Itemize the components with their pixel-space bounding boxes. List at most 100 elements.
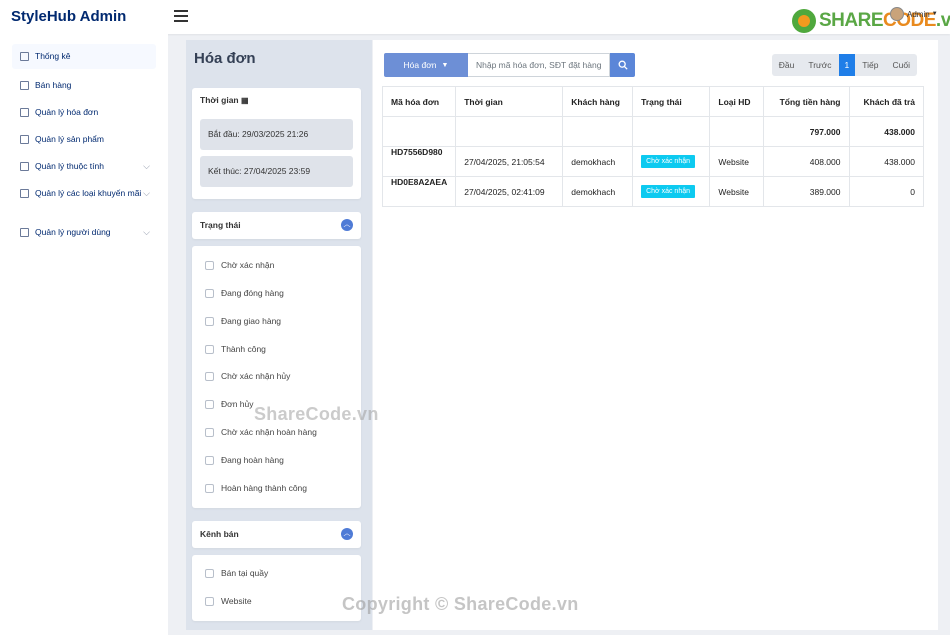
checkbox[interactable] (205, 371, 214, 381)
status-option[interactable]: Đang giao hàng (205, 316, 281, 326)
chevron-down-icon[interactable]: ⌵ (143, 188, 150, 199)
sidebar-item-users[interactable]: Quản lý người dùng ⌵ (12, 227, 156, 238)
search-type-dropdown[interactable]: Hóa đơn ▼ (384, 53, 468, 77)
status-option-label: Đang đóng hàng (221, 288, 284, 298)
invoice-paid: 0 (848, 176, 924, 207)
totals-row: 797.000 438.000 (381, 116, 924, 147)
table-row[interactable]: HD7556D980 27/04/2025, 21:05:54 demokhac… (381, 146, 924, 177)
checkbox[interactable] (205, 596, 214, 606)
column-header[interactable]: Khách đã trả (848, 86, 924, 117)
attribute-icon (20, 162, 29, 171)
status-option-label: Hoàn hàng thành công (221, 483, 308, 493)
status-option[interactable]: Đang đóng hàng (205, 288, 284, 298)
column-header[interactable]: Trạng thái (632, 86, 711, 117)
column-header[interactable]: Tổng tiền hàng (763, 86, 850, 117)
checkbox[interactable] (205, 316, 214, 326)
invoice-code[interactable]: HD7556D980 (381, 146, 457, 177)
page-last[interactable]: Cuối (886, 54, 917, 76)
watermark-copyright: Copyright © ShareCode.vn (342, 594, 579, 614)
checkbox[interactable] (205, 483, 214, 493)
user-menu[interactable]: Admin ▼ (890, 7, 938, 21)
chart-icon (20, 52, 29, 61)
calendar-icon[interactable]: ▦ (241, 96, 249, 105)
sidebar-item-label: Quản lý hóa đơn (35, 107, 99, 117)
column-header[interactable]: Thời gian (455, 86, 564, 117)
status-option[interactable]: Chờ xác nhận hủy (205, 371, 290, 381)
logo-text-suffix: .vn (935, 10, 950, 31)
channel-filter-label: Kênh bán (200, 529, 239, 539)
page-current[interactable]: 1 (838, 54, 856, 76)
checkbox[interactable] (205, 455, 214, 465)
column-header[interactable]: Khách hàng (562, 86, 634, 117)
checkbox[interactable] (205, 427, 214, 437)
page-title: Hóa đơn (194, 50, 256, 67)
status-badge: Chờ xác nhận (641, 155, 696, 168)
caret-down-icon[interactable]: ▼ (932, 11, 938, 17)
menu-toggle-icon[interactable] (174, 10, 188, 22)
end-date-field[interactable]: Kết thúc: 27/04/2025 23:59 (200, 156, 353, 187)
sidebar-item-label: Quản lý thuộc tính (35, 161, 104, 171)
invoice-time: 27/04/2025, 02:41:09 (455, 176, 564, 207)
channel-option-label: Website (221, 596, 252, 606)
status-option-label: Đơn hủy (221, 399, 254, 409)
channel-filter-header[interactable]: Kênh bán ︿ (192, 521, 361, 548)
invoice-table: Mã hóa đơn Thời gian Khách hàng Trạng th… (381, 86, 924, 207)
checkbox[interactable] (205, 568, 214, 578)
pagination: Đầu Trước 1 Tiếp Cuối (771, 54, 917, 76)
status-option-label: Đang hoàn hàng (221, 455, 284, 465)
logo-mark-icon (792, 9, 816, 33)
status-option[interactable]: Đơn hủy (205, 399, 254, 409)
total-amount: 797.000 (763, 116, 850, 147)
avatar[interactable] (890, 7, 904, 21)
time-filter-card: Thời gian ▦ Bắt đầu: 29/03/2025 21:26 Kế… (192, 88, 361, 199)
total-paid: 438.000 (848, 116, 924, 147)
start-date-field[interactable]: Bắt đầu: 29/03/2025 21:26 (200, 119, 353, 150)
checkbox[interactable] (205, 344, 214, 354)
invoice-code[interactable]: HD0E8A2AEA (381, 176, 457, 207)
invoice-type: Website (709, 176, 765, 207)
status-option[interactable]: Đang hoàn hàng (205, 455, 284, 465)
shop-icon (20, 81, 29, 90)
checkbox[interactable] (205, 260, 214, 270)
status-badge: Chờ xác nhận (641, 185, 696, 198)
channel-option-label: Bán tại quầy (221, 568, 269, 578)
search-button[interactable] (610, 53, 635, 77)
status-option[interactable]: Chờ xác nhận hoàn hàng (205, 427, 317, 437)
status-option[interactable]: Thành công (205, 344, 266, 354)
search-input[interactable] (468, 53, 610, 77)
channel-option[interactable]: Website (205, 596, 252, 606)
sidebar-item-promotions[interactable]: Quản lý các loại khuyến mãi ⌵ (12, 188, 156, 199)
time-filter-label: Thời gian (200, 95, 239, 105)
caret-down-icon: ▼ (441, 61, 449, 69)
user-name[interactable]: Admin (907, 10, 930, 19)
status-filter-header[interactable]: Trạng thái ︿ (192, 212, 361, 239)
column-header[interactable]: Loại HD (709, 86, 765, 117)
chevron-down-icon[interactable]: ⌵ (143, 161, 150, 172)
chevron-down-icon[interactable]: ⌵ (143, 227, 150, 238)
search-bar: Hóa đơn ▼ (384, 53, 635, 77)
invoice-customer: demokhach (562, 146, 634, 177)
page-first[interactable]: Đầu (772, 54, 802, 76)
invoice-total: 389.000 (763, 176, 850, 207)
channel-option[interactable]: Bán tại quầy (205, 568, 268, 578)
sidebar-item-attributes[interactable]: Quản lý thuộc tính ⌵ (12, 161, 156, 172)
table-row[interactable]: HD0E8A2AEA 27/04/2025, 02:41:09 demokhac… (381, 176, 924, 207)
sidebar-item-statistics[interactable]: Thống kê (12, 44, 156, 69)
chevron-up-icon[interactable]: ︿ (341, 219, 353, 231)
brand-title[interactable]: StyleHub Admin (11, 8, 126, 25)
sidebar-item-label: Quản lý sản phẩm (35, 134, 104, 144)
status-option[interactable]: Hoàn hàng thành công (205, 483, 307, 493)
invoice-total: 408.000 (763, 146, 850, 177)
chevron-up-icon[interactable]: ︿ (341, 528, 353, 540)
page-prev[interactable]: Trước (801, 54, 838, 76)
product-icon (20, 135, 29, 144)
sidebar: Thống kê Bán hàng Quản lý hóa đơn Quản l… (0, 34, 168, 635)
status-option[interactable]: Chờ xác nhận (205, 260, 274, 270)
checkbox[interactable] (205, 288, 214, 298)
sidebar-item-products[interactable]: Quản lý sản phẩm (12, 134, 156, 145)
page-next[interactable]: Tiếp (855, 54, 885, 76)
sidebar-item-invoices[interactable]: Quản lý hóa đơn (12, 107, 156, 118)
column-header[interactable]: Mã hóa đơn (381, 86, 457, 117)
sidebar-item-sales[interactable]: Bán hàng (12, 80, 156, 91)
checkbox[interactable] (205, 399, 214, 409)
